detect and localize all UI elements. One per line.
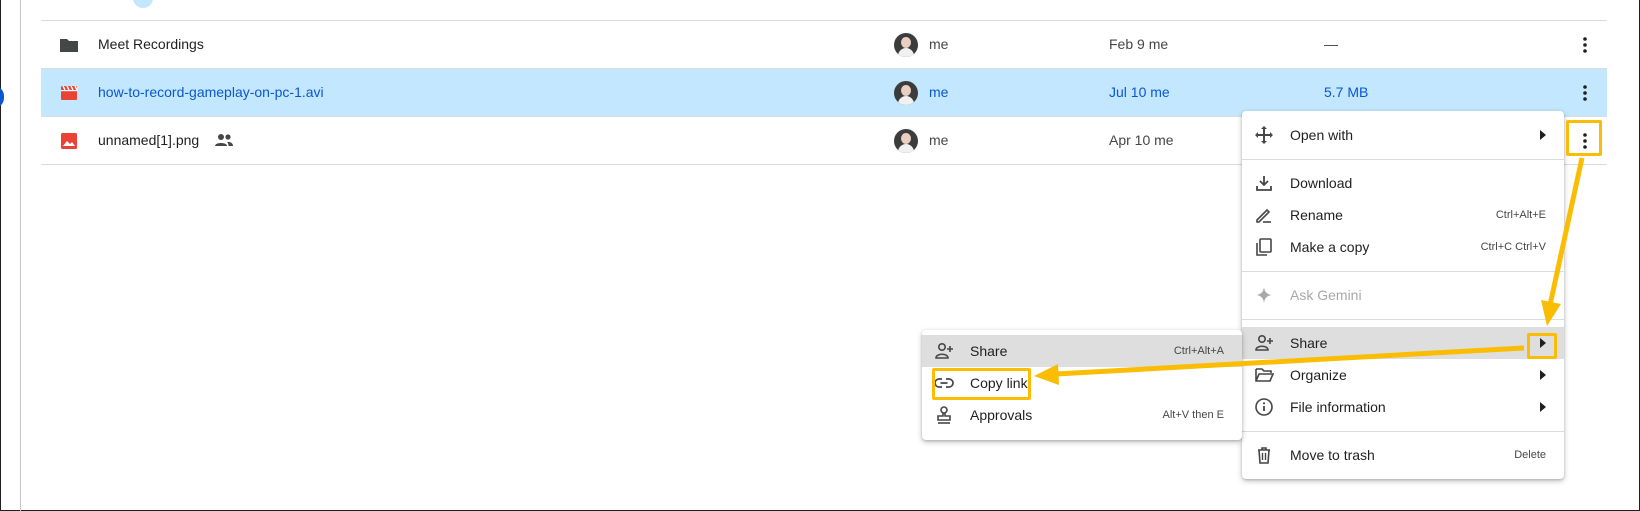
person-add-icon (1255, 334, 1273, 351)
keyboard-shortcut: Ctrl+Alt+E (1495, 209, 1546, 221)
menu-item-label: Open with (1290, 127, 1354, 143)
owner-label: me (929, 84, 949, 100)
annotation-highlight-copy-link (932, 368, 1031, 400)
menu-divider (1242, 319, 1564, 320)
annotation-highlight-more-button (1566, 120, 1602, 156)
menu-item-organize[interactable]: Organize (1242, 359, 1564, 391)
trash-icon (1258, 447, 1270, 464)
menu-item-label: Rename (1290, 207, 1343, 223)
menu-item-move-to-trash[interactable]: Move to trash Delete (1242, 439, 1564, 471)
menu-divider (1242, 159, 1564, 160)
avatar (894, 129, 918, 153)
open-with-icon (1255, 126, 1273, 144)
person-add-icon (935, 342, 953, 359)
keyboard-shortcut: Ctrl+C Ctrl+V (1480, 241, 1546, 253)
modified-date: Feb 9 me (1109, 36, 1169, 52)
file-size: 5.7 MB (1324, 84, 1369, 100)
approvals-stamp-icon (937, 406, 951, 424)
avatar (894, 81, 918, 105)
submenu-arrow-icon (1540, 402, 1546, 412)
table-row[interactable]: how-to-record-gameplay-on-pc-1.avi me Ju… (41, 69, 1607, 117)
info-icon (1255, 398, 1273, 416)
file-list-header (41, 0, 1607, 21)
menu-item-label: Approvals (970, 407, 1033, 423)
submenu-arrow-icon (1540, 370, 1546, 380)
folder-icon (60, 39, 78, 52)
table-row[interactable]: Meet Recordings me Feb 9 me — (41, 21, 1607, 69)
avatar (894, 33, 918, 57)
keyboard-shortcut: Delete (1514, 449, 1546, 461)
menu-item-label: Ask Gemini (1290, 287, 1362, 303)
annotation-highlight-share-arrow (1527, 333, 1557, 359)
menu-item-label: Make a copy (1290, 239, 1370, 255)
menu-item-label: Organize (1290, 367, 1347, 383)
submenu-item-approvals[interactable]: Approvals Alt+V then E (922, 399, 1242, 431)
modified-date: Jul 10 me (1109, 84, 1170, 100)
owner-label: me (929, 132, 949, 148)
owner-label: me (929, 36, 949, 52)
file-size: — (1324, 36, 1338, 52)
menu-item-make-copy[interactable]: Make a copy Ctrl+C Ctrl+V (1242, 231, 1564, 263)
menu-item-share[interactable]: Share (1242, 327, 1564, 359)
copy-icon (1256, 238, 1272, 256)
modified-date: Apr 10 me (1109, 132, 1174, 148)
rename-icon (1256, 208, 1271, 223)
context-menu: Open with Download Rename Ctrl+Alt+E Mak… (1242, 111, 1564, 479)
download-icon (1256, 176, 1272, 191)
file-name[interactable]: unnamed[1].png (98, 132, 199, 148)
menu-item-label: Share (1290, 335, 1328, 351)
submenu-item-share[interactable]: Share Ctrl+Alt+A (922, 335, 1242, 367)
menu-item-label: File information (1290, 399, 1386, 415)
submenu-arrow-icon (1540, 130, 1546, 140)
menu-item-label: Share (970, 343, 1008, 359)
keyboard-shortcut: Alt+V then E (1162, 409, 1224, 421)
menu-item-label: Download (1290, 175, 1353, 191)
gemini-sparkle-icon (1256, 287, 1272, 303)
menu-item-ask-gemini: Ask Gemini (1242, 279, 1564, 311)
sidebar-divider (20, 0, 21, 511)
video-file-icon (61, 85, 78, 100)
keyboard-shortcut: Ctrl+Alt+A (1173, 345, 1224, 357)
menu-divider (1242, 271, 1564, 272)
sort-direction-icon[interactable] (133, 0, 153, 8)
file-name[interactable]: how-to-record-gameplay-on-pc-1.avi (98, 84, 324, 100)
shared-people-icon (215, 134, 233, 146)
file-name[interactable]: Meet Recordings (98, 36, 204, 52)
folder-open-icon (1255, 368, 1274, 382)
more-actions-icon[interactable] (1573, 81, 1597, 105)
menu-item-download[interactable]: Download (1242, 167, 1564, 199)
menu-item-rename[interactable]: Rename Ctrl+Alt+E (1242, 199, 1564, 231)
image-file-icon (61, 133, 77, 149)
menu-item-label: Move to trash (1290, 447, 1375, 463)
menu-item-open-with[interactable]: Open with (1242, 119, 1564, 151)
menu-divider (1242, 431, 1564, 432)
menu-item-file-information[interactable]: File information (1242, 391, 1564, 423)
more-actions-icon[interactable] (1573, 33, 1597, 57)
